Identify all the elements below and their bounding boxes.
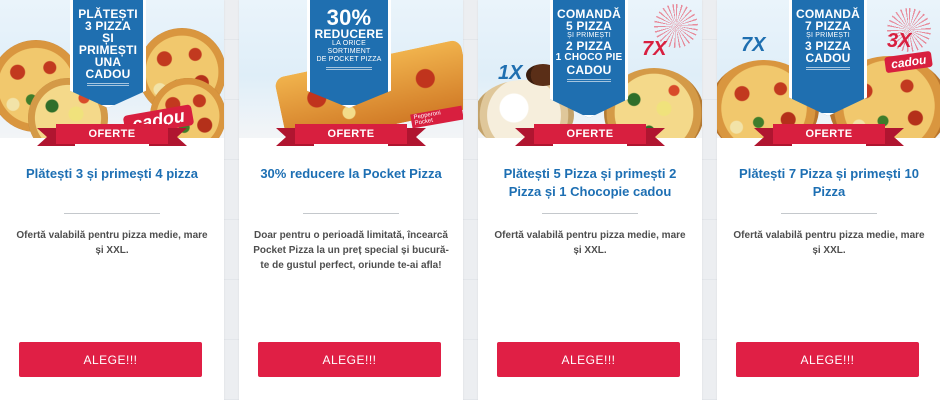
divider bbox=[64, 213, 160, 214]
ribbon-label: OFERTE bbox=[534, 124, 646, 144]
offer-banner-image[interactable]: 1X 7X COMANDĂ 5 PIZZA și primești 2 PIZZ… bbox=[478, 0, 702, 138]
choose-offer-button[interactable]: ALEGE!!! bbox=[258, 342, 441, 377]
choose-offer-button[interactable]: ALEGE!!! bbox=[736, 342, 919, 377]
offer-banner-image[interactable]: 30% REDUCERE LA ORICE SORTIMENT DE POCKE… bbox=[239, 0, 463, 138]
offer-description: Ofertă valabilă pentru pizza medie, mare… bbox=[16, 230, 208, 256]
shield-text: ȘI PRIMEȘTI bbox=[78, 31, 138, 57]
offer-description: Doar pentru o perioadă limitată, încearc… bbox=[253, 230, 449, 271]
shield-text: CADOU bbox=[805, 51, 851, 65]
ribbon-label: OFERTE bbox=[773, 124, 885, 144]
offer-shield-badge: COMANDĂ 7 PIZZA și primești 3 PIZZA CADO… bbox=[789, 0, 867, 116]
shield-text: DE POCKET PIZZA bbox=[316, 56, 382, 63]
quantity-label: 7X bbox=[642, 38, 667, 60]
shield-text: 5 PIZZA bbox=[565, 19, 613, 33]
offer-title[interactable]: Plătești 3 și primești 4 pizza bbox=[12, 165, 212, 183]
choose-offer-button[interactable]: ALEGE!!! bbox=[19, 342, 202, 377]
shield-fine-print bbox=[325, 67, 373, 70]
choose-offer-button[interactable]: ALEGE!!! bbox=[497, 342, 680, 377]
quantity-label: 7X bbox=[741, 34, 766, 56]
shield-text: 2 PIZZA bbox=[565, 39, 613, 53]
offer-title[interactable]: Plătești 7 Pizza și primești 10 Pizza bbox=[729, 165, 929, 201]
quantity-label: 1X bbox=[498, 62, 523, 84]
offer-shield-badge: COMANDĂ 5 PIZZA și primești 2 PIZZA 1 CH… bbox=[550, 0, 628, 118]
offers-ribbon: OFERTE bbox=[478, 124, 702, 148]
shield-text: CADOU bbox=[566, 63, 612, 77]
offers-ribbon: OFERTE bbox=[0, 124, 224, 148]
shield-text: 7 PIZZA bbox=[804, 19, 852, 33]
offer-banner-image[interactable]: PLĂTEȘTI 3 PIZZA ȘI PRIMEȘTI UNA CADOU c… bbox=[0, 0, 224, 138]
shield-text: UNA CADOU bbox=[85, 55, 131, 81]
offer-shield-badge: 30% REDUCERE LA ORICE SORTIMENT DE POCKE… bbox=[307, 0, 391, 108]
offers-grid: PLĂTEȘTI 3 PIZZA ȘI PRIMEȘTI UNA CADOU c… bbox=[0, 0, 940, 400]
ribbon-label: OFERTE bbox=[295, 124, 407, 144]
offer-card: 30% REDUCERE LA ORICE SORTIMENT DE POCKE… bbox=[239, 0, 463, 400]
offers-ribbon: OFERTE bbox=[717, 124, 940, 148]
shield-text: 30% bbox=[326, 5, 372, 30]
offer-title[interactable]: Plătești 5 Pizza și primești 2 Pizza și … bbox=[490, 165, 690, 201]
divider bbox=[781, 213, 877, 214]
ribbon-label: OFERTE bbox=[56, 124, 168, 144]
offer-shield-badge: PLĂTEȘTI 3 PIZZA ȘI PRIMEȘTI UNA CADOU bbox=[70, 0, 146, 108]
shield-text: LA ORICE SORTIMENT bbox=[327, 40, 371, 55]
offer-card: PLĂTEȘTI 3 PIZZA ȘI PRIMEȘTI UNA CADOU c… bbox=[0, 0, 224, 400]
shield-fine-print bbox=[87, 83, 129, 86]
offer-card: 1X 7X COMANDĂ 5 PIZZA și primești 2 PIZZ… bbox=[478, 0, 702, 400]
offer-card: 7X 3X cadou COMANDĂ 7 PIZZA și primești … bbox=[717, 0, 940, 400]
shield-fine-print bbox=[806, 67, 850, 70]
offer-description: Ofertă valabilă pentru pizza medie, mare… bbox=[494, 230, 686, 256]
shield-fine-print bbox=[567, 79, 611, 82]
offer-banner-image[interactable]: 7X 3X cadou COMANDĂ 7 PIZZA și primești … bbox=[717, 0, 940, 138]
divider bbox=[303, 213, 399, 214]
offer-title[interactable]: 30% reducere la Pocket Pizza bbox=[251, 165, 451, 183]
divider bbox=[542, 213, 638, 214]
offer-description: Ofertă valabilă pentru pizza medie, mare… bbox=[733, 230, 925, 256]
offers-ribbon: OFERTE bbox=[239, 124, 463, 148]
shield-text: REDUCERE bbox=[314, 27, 384, 41]
quantity-label: 3X bbox=[887, 30, 912, 52]
